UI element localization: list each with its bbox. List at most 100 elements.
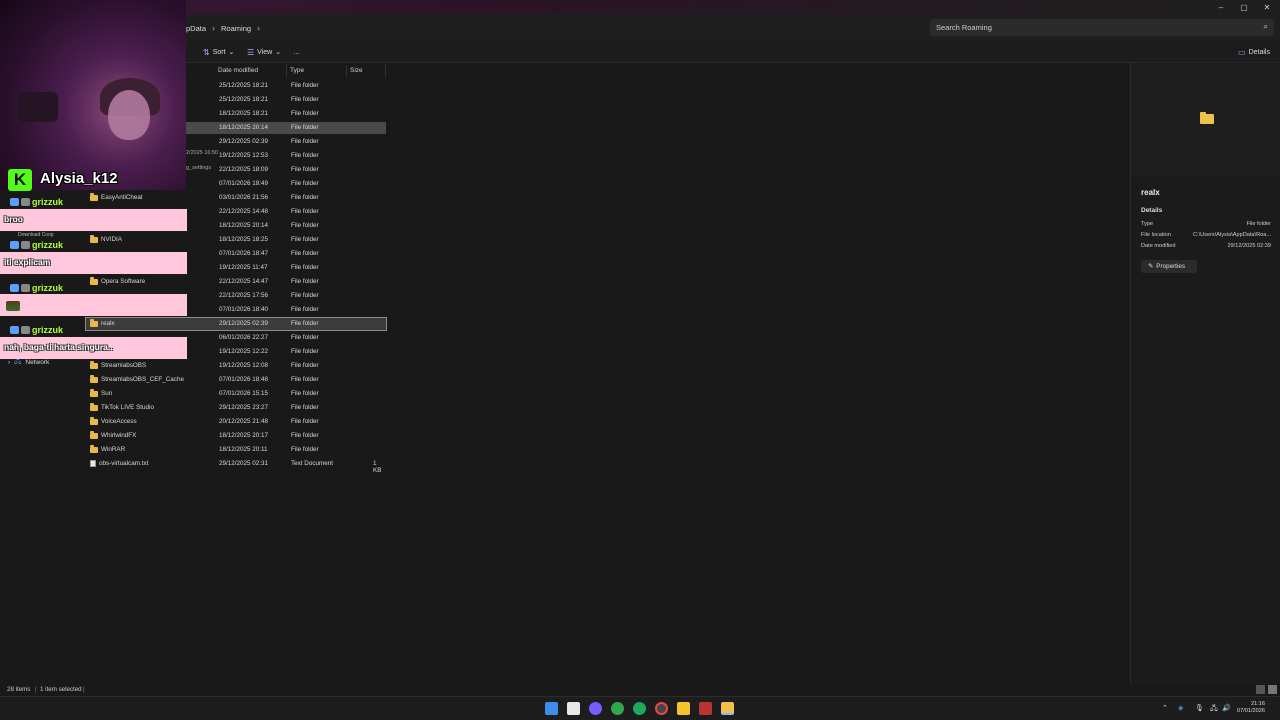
archive-app-icon[interactable] [699, 702, 712, 715]
file-date-cell: 22/12/2025 18:09 [219, 166, 269, 173]
title-bar-accent [0, 0, 1280, 14]
xbox-icon[interactable] [633, 702, 646, 715]
volume-icon[interactable]: 🔊 [1222, 704, 1231, 712]
chat-username-label: grizzuk [32, 283, 64, 293]
chevron-up-icon[interactable]: ⌃ [1162, 704, 1168, 712]
chat-badge-icon [10, 284, 19, 292]
column-header-date[interactable]: Date modified [215, 65, 287, 77]
status-selected-count: 1 item selected [40, 686, 82, 693]
properties-button[interactable]: ✎ Properties [1141, 260, 1197, 273]
file-type-cell: File folder [291, 96, 319, 103]
chat-username-label: grizzuk [32, 197, 64, 207]
file-type-cell: File folder [291, 166, 319, 173]
file-row[interactable]: WinRAR 18/12/2025 20:11 File folder [86, 444, 386, 456]
file-row[interactable]: EasyAntiCheat 03/01/2026 21:56 File folder [86, 192, 386, 204]
file-name: realx [101, 320, 115, 327]
file-date-cell: 07/01/2026 18:47 [219, 250, 269, 257]
taskbar-clock[interactable]: 21:16 07/01/2026 [1237, 701, 1265, 715]
file-date-cell: 19/12/2025 11:47 [219, 264, 268, 271]
view-icon: ☰ [247, 47, 255, 57]
file-date-cell: 03/01/2026 21:56 [219, 194, 269, 201]
file-row[interactable]: VoiceAccess 20/12/2025 21:48 File folder [86, 416, 386, 428]
chevron-down-icon: ⌄ [275, 49, 282, 56]
file-name: Sun [101, 390, 113, 397]
column-header-size[interactable]: Size [347, 65, 386, 77]
file-type-cell: File folder [291, 376, 319, 383]
chat-username: grizzuk [10, 324, 63, 336]
file-name-cell: Sun [90, 389, 113, 397]
details-section-title: Details [1141, 207, 1163, 214]
file-name: StreamlabsOBS [101, 362, 147, 369]
details-location-row: File location C:\Users\Alysia\AppData\Ro… [1141, 232, 1271, 238]
file-name-cell: obs-virtualcam.txt [90, 460, 148, 467]
file-date-cell: 18/12/2025 18:25 [219, 236, 269, 243]
column-header-type[interactable]: Type [287, 65, 347, 77]
status-divider: | [83, 686, 85, 693]
file-date-cell: 07/01/2026 15:15 [219, 390, 269, 397]
file-name-cell: EasyAntiCheat [90, 193, 143, 201]
chat-message: nah, baga-ti harta singura.. [0, 337, 187, 359]
file-row[interactable]: obs-virtualcam.txt 29/12/2025 02:31 Text D… [86, 458, 386, 474]
maximize-button[interactable]: ▢ [1233, 2, 1255, 14]
file-type-cell: File folder [291, 320, 319, 327]
details-pane-icon: ▭ [1238, 47, 1246, 57]
notes-app-icon[interactable] [677, 702, 690, 715]
discord-icon[interactable] [589, 702, 602, 715]
sidebar-item-label: Network [25, 359, 50, 366]
ethernet-icon[interactable]: 🖧 [1210, 704, 1218, 715]
details-view-toggle[interactable] [1256, 685, 1265, 694]
partial-text: g_settings [186, 165, 212, 171]
start-icon[interactable] [545, 702, 558, 715]
title-bar: – ▢ ✕ pData › Roaming › Search Roaming ⌕ [0, 0, 1280, 40]
file-date-cell: 19/12/2025 12:53 [219, 152, 269, 159]
file-type-cell: File folder [291, 404, 319, 411]
breadcrumb-item-appdata[interactable]: pData [186, 24, 206, 33]
file-type-cell: File folder [291, 152, 319, 159]
file-row[interactable]: Sun 07/01/2026 15:15 File folder [86, 388, 386, 400]
breadcrumb-item-roaming[interactable]: Roaming [221, 24, 251, 33]
chat-username: grizzuk [10, 196, 63, 208]
text-file-icon [90, 460, 96, 467]
search-input[interactable]: Search Roaming ⌕ [930, 19, 1274, 36]
file-row[interactable]: Opera Software 22/12/2025 14:47 File folde… [86, 276, 386, 288]
chevron-right-icon[interactable]: › [8, 359, 10, 366]
file-row[interactable]: WhirlwindFX 18/12/2025 20:17 File folder [86, 430, 386, 442]
details-type-row: Type File folder [1141, 221, 1271, 227]
details-pane-button[interactable]: ▭ Details [1238, 46, 1270, 58]
obs-icon[interactable] [655, 702, 668, 715]
wrench-icon: ✎ [1148, 263, 1154, 270]
minimize-button[interactable]: – [1210, 2, 1232, 14]
defender-icon[interactable]: ◈ [1178, 704, 1183, 712]
file-row[interactable]: realx 29/12/2025 02:39 File folder [85, 317, 387, 331]
taskbar: ⌃ ◈ 🎙 🖧 🔊 21:16 07/01/2026 [0, 696, 1280, 720]
view-button[interactable]: ☰ View ⌄ [247, 46, 281, 58]
file-date-cell: 22/12/2025 14:48 [219, 208, 269, 215]
file-date-cell: 07/01/2026 18:40 [219, 306, 269, 313]
properties-label: Properties [1156, 263, 1185, 270]
details-type-value: File folder [1246, 221, 1271, 227]
streamer-name: Alysia_k12 [40, 170, 118, 187]
calendar-app-icon[interactable] [567, 702, 580, 715]
sort-label: Sort [212, 48, 226, 56]
chat-badge-icon [21, 198, 30, 206]
file-name-cell: TikTok LIVE Studio [90, 403, 154, 411]
file-date-cell: 18/12/2025 20:17 [219, 432, 269, 439]
tiles-view-toggle[interactable] [1268, 685, 1277, 694]
file-row[interactable]: NVIDIA 18/12/2025 18:25 File folder [86, 234, 386, 246]
chat-username-label: grizzuk [32, 240, 64, 250]
chat-badge-icon [21, 241, 30, 249]
sort-button[interactable]: ⇅ Sort ⌄ [203, 46, 234, 58]
status-bar: 28 items | 1 item selected | [0, 685, 1280, 696]
chrome-icon[interactable] [611, 702, 624, 715]
file-type-cell: File folder [291, 446, 319, 453]
file-row[interactable]: StreamlabsOBS 19/12/2025 12:08 File folder [86, 360, 386, 372]
file-date-cell: 25/12/2025 18:21 [219, 82, 269, 89]
close-button[interactable]: ✕ [1256, 2, 1278, 14]
search-placeholder: Search Roaming [936, 23, 992, 32]
file-row[interactable]: StreamlabsOBS_CEF_Cache 07/01/2026 18:48 F… [86, 374, 386, 386]
microphone-icon[interactable]: 🎙 [1195, 704, 1204, 712]
chevron-right-icon[interactable]: › [257, 23, 260, 33]
file-explorer-icon[interactable] [721, 702, 734, 715]
file-row[interactable]: TikTok LIVE Studio 29/12/2025 23:27 File f… [86, 402, 386, 414]
more-options-button[interactable]: … [293, 46, 300, 58]
